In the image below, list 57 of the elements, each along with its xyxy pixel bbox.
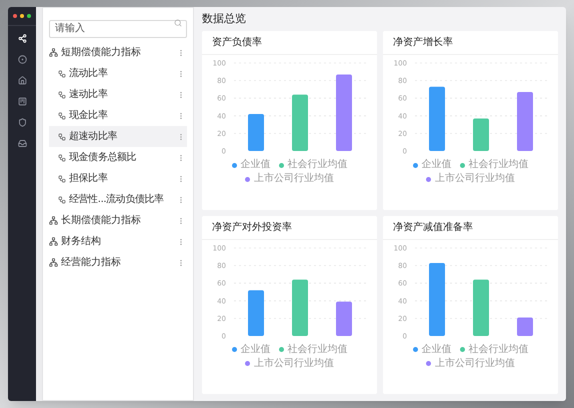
tree-item[interactable]: 经营能力指标 (61, 255, 177, 270)
house-icon[interactable] (18, 76, 26, 85)
share-nodes-icon[interactable] (18, 34, 26, 43)
circle-dot-icon[interactable] (18, 55, 26, 64)
tree-item[interactable]: 担保比率 (49, 168, 187, 189)
linked-boxes-icon (58, 174, 66, 182)
legend-label: 企业值 (240, 159, 270, 171)
tree-item[interactable]: 现金比率 (49, 105, 187, 126)
tree-item-label: 超速动比率 (69, 130, 118, 144)
window-maximize-button[interactable] (27, 14, 31, 18)
shield-icon[interactable] (18, 118, 26, 127)
card-title: 净资产增长率 (393, 36, 453, 50)
search-field[interactable]: 请输入 (49, 20, 187, 38)
linked-boxes-icon (58, 112, 66, 120)
board-icon[interactable] (18, 97, 26, 106)
linked-boxes-icon (58, 154, 66, 162)
linked-boxes-icon (58, 132, 66, 140)
network-icon (49, 216, 58, 225)
tree-item-label: 现金比率 (69, 108, 108, 123)
linked-boxes-icon (58, 90, 66, 98)
legend-label: 企业值 (422, 344, 452, 356)
tree-item[interactable]: 现金债务总额比 (49, 147, 187, 168)
legend-label: 企业值 (240, 344, 270, 356)
tree-item[interactable]: 财务结构 (61, 234, 177, 249)
tree-item-label: 现金债务总额比 (69, 150, 138, 165)
tree-item[interactable]: 经营性...流动负债比率 (49, 189, 187, 210)
page-title: 数据总览 (202, 10, 246, 27)
window-minimize-button[interactable] (20, 14, 24, 18)
tree-item-label: 流动比率 (69, 66, 108, 81)
tray-icon[interactable] (18, 139, 26, 148)
search-icon[interactable] (174, 19, 182, 27)
legend-label: 上市公司行业均值 (435, 358, 515, 370)
card-title: 净资产减值准备率 (393, 220, 473, 234)
legend-label: 企业值 (422, 159, 452, 171)
card-title: 净资产对外投资率 (212, 220, 292, 234)
network-icon (49, 48, 58, 57)
legend-label: 社会行业均值 (288, 159, 348, 171)
tree-item[interactable]: 长期偿债能力指标 (61, 213, 177, 228)
legend-label: 上市公司行业均值 (435, 173, 515, 185)
window-close-button[interactable] (13, 14, 17, 18)
legend-label: 社会行业均值 (468, 159, 528, 171)
linked-boxes-icon (58, 70, 66, 78)
tree-item[interactable]: 短期偿债能力指标 (61, 45, 177, 60)
legend-label: 上市公司行业均值 (254, 358, 334, 370)
legend-label: 社会行业均值 (468, 344, 528, 356)
legend-label: 社会行业均值 (288, 344, 348, 356)
tree-item-label: 经营性...流动负债比率 (69, 192, 165, 207)
tree-item-label: 速动比率 (69, 88, 108, 102)
card-title: 资产负债率 (212, 36, 262, 50)
tree-item[interactable]: 速动比率 (49, 84, 187, 105)
network-icon (49, 258, 58, 267)
tree-item-label: 担保比率 (69, 172, 108, 186)
legend-label: 上市公司行业均值 (254, 173, 334, 185)
tree-item[interactable]: 流动比率 (49, 63, 187, 84)
network-icon (49, 237, 58, 246)
tree-item[interactable]: 超速动比率 (49, 126, 187, 147)
linked-boxes-icon (58, 196, 66, 204)
